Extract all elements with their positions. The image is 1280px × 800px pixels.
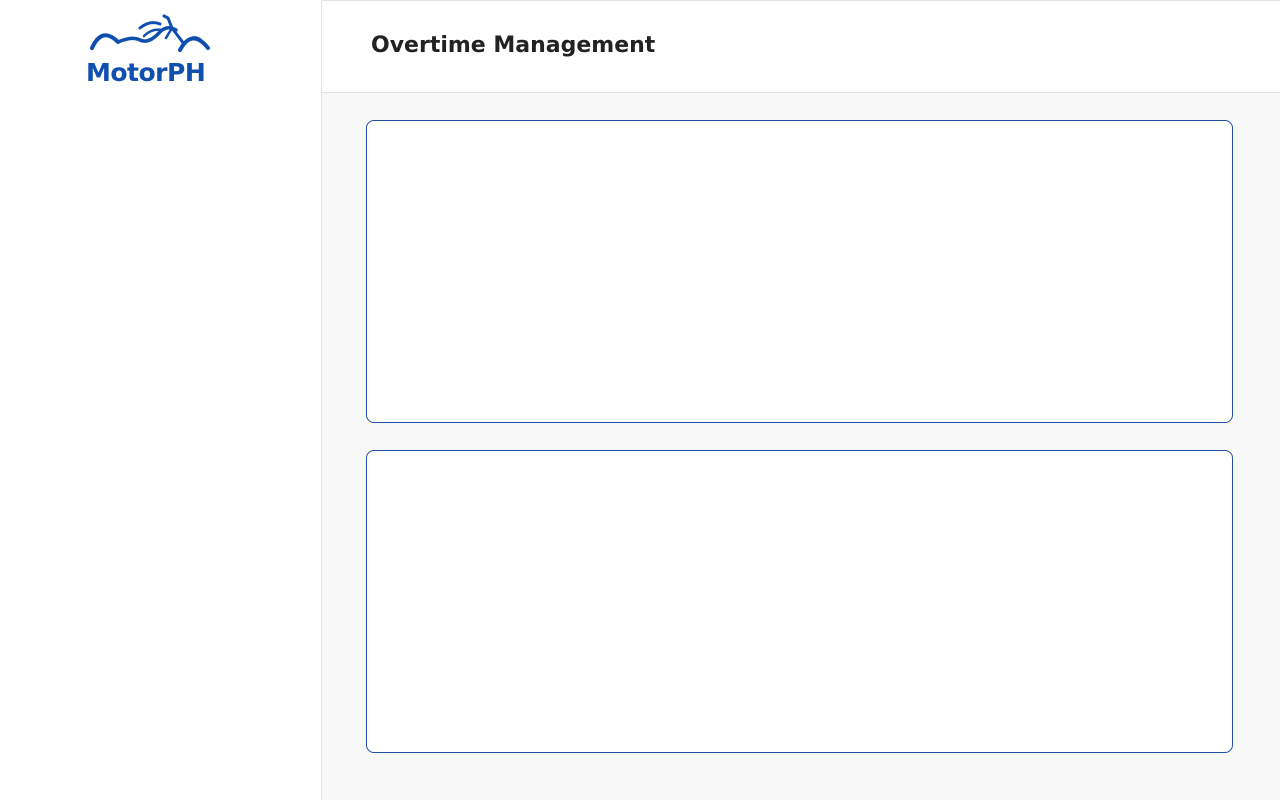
main-content — [322, 93, 1280, 800]
sidebar: MotorPH — [0, 0, 322, 800]
page-header: Overtime Management — [322, 0, 1280, 93]
overtime-panel-bottom — [366, 450, 1233, 753]
brand-name: MotorPH — [86, 58, 206, 87]
motorcycle-icon — [90, 14, 210, 52]
page-title: Overtime Management — [371, 33, 656, 58]
brand-logo[interactable]: MotorPH — [86, 14, 216, 88]
overtime-panel-top — [366, 120, 1233, 423]
